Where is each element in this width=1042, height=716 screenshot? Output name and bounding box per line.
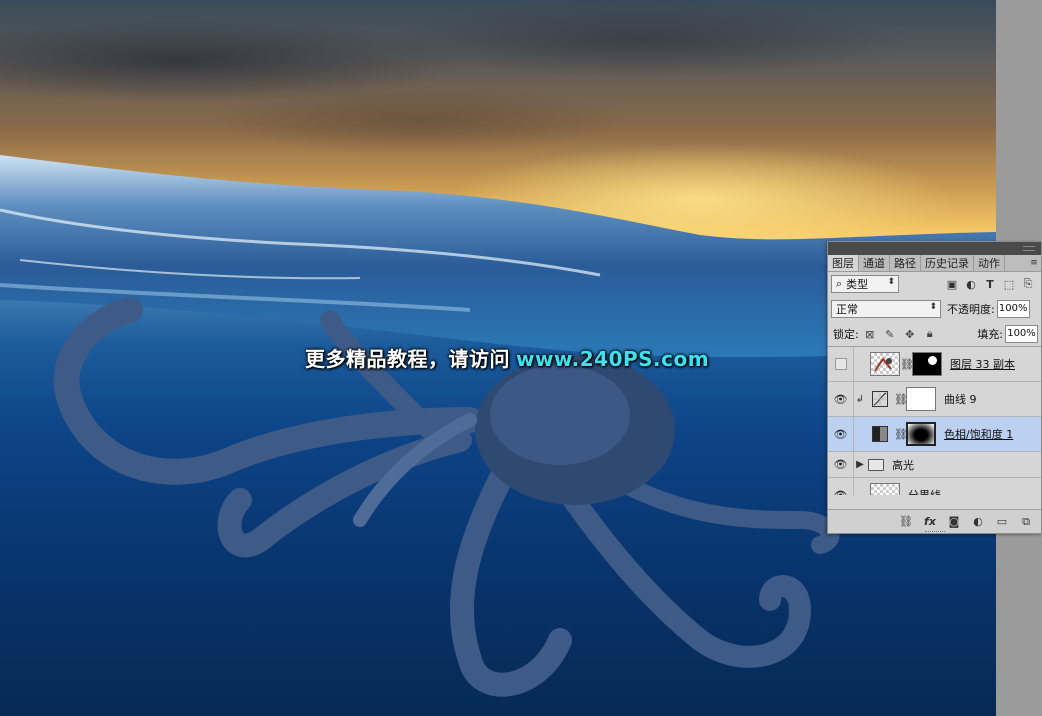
layer-row-group[interactable]: 👁︎ ▶ 高光 [828,452,1041,478]
watermark-chinese: 更多精品教程，请访问 [305,347,510,371]
adjustment-filter-icon[interactable]: ◐ [964,277,978,291]
fx-icon[interactable]: fx [923,515,937,528]
lock-row: 锁定: ⊠ ✎ ✥ 🔒︎ 填充: 100% [828,322,1041,346]
tab-layers[interactable]: 图层 [828,255,859,271]
layer-name[interactable]: 分界线 [908,487,941,495]
layer-mask-thumbnail[interactable] [906,387,936,411]
mask-link-icon[interactable]: ⛓ [894,393,908,406]
panel-bottom-toolbar: ⛓ fx ◙ ◐ ▭ ⧉ [828,509,1041,533]
layer-name[interactable]: 曲线 9 [944,391,977,407]
lock-paint-icon[interactable]: ✎ [883,327,897,341]
link-icon[interactable]: ⛓ [899,515,913,528]
blend-mode-value: 正常 [836,303,858,316]
layer-mask-thumbnail[interactable] [912,352,942,376]
text-filter-icon[interactable]: T [983,277,997,291]
expand-triangle-icon[interactable]: ▶ [854,459,866,470]
watermark-url: www.240PS.com [516,347,710,371]
panel-menu-icon[interactable]: ≡ [1027,255,1041,271]
layer-thumb-art [874,357,892,372]
mask-link-icon[interactable]: ⛓ [900,358,914,371]
mask-icon[interactable]: ◙ [947,515,961,528]
layer-name[interactable]: 色相/饱和度 1 [944,426,1013,442]
lock-position-icon[interactable]: ✥ [903,327,917,341]
smart-object-filter-icon[interactable]: ⎘ [1021,277,1035,291]
new-layer-icon[interactable]: ⧉ [1019,515,1033,529]
lock-transparency-icon[interactable]: ⊠ [863,327,877,341]
filter-row: ⌕ 类型 ⬍ ▣ ◐ T ⬚ ⎘ [828,272,1041,296]
dropdown-caret-icon: ⬍ [887,277,895,287]
tab-channels[interactable]: 通道 [859,255,890,271]
mask-link-icon[interactable]: ⛓ [894,428,908,441]
eye-icon[interactable]: 👁︎ [828,478,854,495]
layer-row[interactable]: 👁︎ 分界线 [828,478,1041,495]
panel-tabs: 图层 通道 路径 历史记录 动作 ≡ [828,255,1041,272]
layer-mask-thumbnail[interactable] [906,422,936,446]
layer-name[interactable]: 图层 33 副本 [950,356,1015,372]
layer-thumbnail [870,483,900,495]
watermark-text: 更多精品教程，请访问 www.240PS.com [305,343,709,372]
search-icon: ⌕ [836,277,843,290]
lock-label: 锁定: [833,328,859,341]
tab-history[interactable]: 历史记录 [921,255,974,271]
opacity-label: 不透明度: [947,303,995,316]
collapse-grip-icon[interactable] [1023,246,1035,251]
layer-row[interactable]: 👁︎ ↲ ⛓ 曲线 9 [828,382,1041,417]
filter-type-dropdown[interactable]: ⌕ 类型 ⬍ [831,275,899,293]
adjustment-icon[interactable]: ◐ [971,515,985,528]
eye-icon[interactable]: 👁︎ [828,382,854,416]
curves-icon [872,391,888,407]
dropdown-caret-icon: ⬍ [929,302,937,312]
tab-paths[interactable]: 路径 [890,255,921,271]
tab-actions[interactable]: 动作 [974,255,1005,271]
lock-all-icon[interactable]: 🔒︎ [923,327,937,341]
layer-list[interactable]: ⛓ 图层 33 副本 👁︎ ↲ ⛓ 曲线 9 👁︎ ⛓ 色相/饱和度 1 👁︎ [828,346,1041,495]
folder-icon [868,458,884,471]
panel-title-bar[interactable] [828,242,1041,255]
eye-icon[interactable]: 👁︎ [828,417,854,451]
eye-icon[interactable]: 👁︎ [828,452,854,477]
folder-icon[interactable]: ▭ [995,515,1009,528]
image-filter-icon[interactable]: ▣ [945,277,959,291]
visibility-toggle-off[interactable] [828,347,854,381]
layer-thumbnail [870,352,900,376]
opacity-input[interactable]: 100% [996,300,1030,318]
layer-row[interactable]: ⛓ 图层 33 副本 [828,347,1041,382]
clipping-arrow-icon: ↲ [855,393,865,405]
blend-row: 正常 ⬍ 不透明度: 100% [828,296,1041,322]
blend-mode-dropdown[interactable]: 正常 ⬍ [831,300,941,318]
fill-label: 填充: [977,328,1003,341]
resize-grip[interactable] [924,531,945,534]
layer-row-selected[interactable]: 👁︎ ⛓ 色相/饱和度 1 [828,417,1041,452]
hue-saturation-icon [872,426,888,442]
shape-filter-icon[interactable]: ⬚ [1002,277,1016,291]
layer-name[interactable]: 高光 [892,457,914,473]
layers-panel[interactable]: 图层 通道 路径 历史记录 动作 ≡ ⌕ 类型 ⬍ ▣ ◐ T ⬚ ⎘ 正常 ⬍… [827,241,1042,534]
fill-input[interactable]: 100% [1005,325,1038,343]
filter-type-label: 类型 [846,278,869,291]
